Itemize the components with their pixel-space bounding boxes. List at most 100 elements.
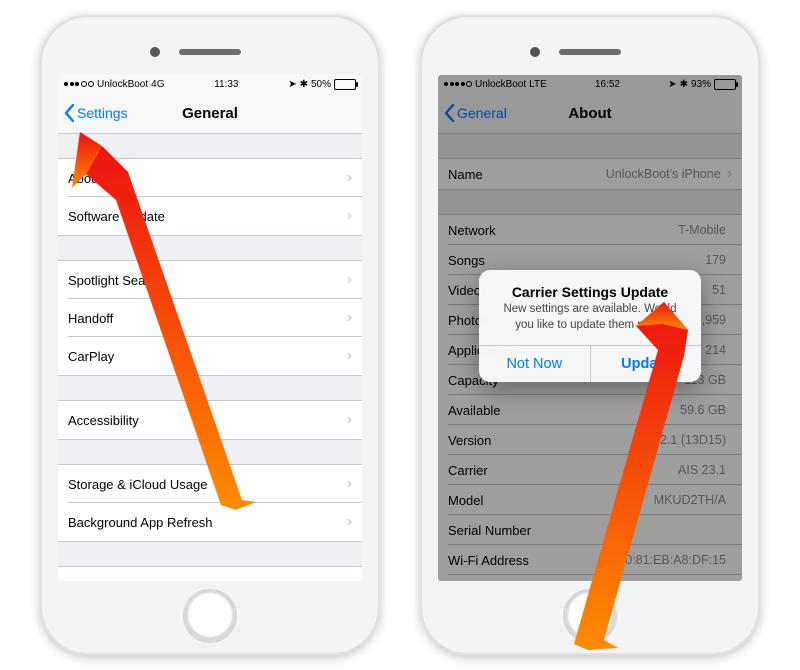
- chevron-right-icon: ›: [347, 170, 352, 186]
- chevron-right-icon: ›: [727, 166, 732, 182]
- chevron-right-icon: ›: [347, 310, 352, 326]
- network-label: LTE: [529, 79, 547, 90]
- chevron-left-icon: [64, 104, 75, 122]
- row-label: Model: [448, 493, 483, 508]
- settings-row[interactable]: Software Update ›: [58, 197, 362, 235]
- row-label: Accessibility: [68, 413, 139, 428]
- settings-row[interactable]: Spotlight Search ›: [58, 261, 362, 299]
- iphone-right: UnlockBoot LTE 16:52 ➤ ✱ 93% General Abo…: [420, 15, 760, 655]
- row-value: 59.6 GB: [680, 403, 726, 417]
- row-value: UnlockBoot's iPhone: [606, 167, 721, 181]
- about-row: Serial Number: [438, 515, 742, 545]
- page-title: About: [568, 105, 611, 122]
- row-label: Handoff: [68, 311, 113, 326]
- settings-row[interactable]: CarPlay ›: [58, 337, 362, 375]
- screen-general: UnlockBoot 4G 11:33 ➤ ✱ 50% Settings Gen…: [58, 75, 362, 581]
- row-value: 70:81:EB:A8:DF:15: [618, 553, 726, 567]
- update-button[interactable]: Update: [591, 346, 702, 382]
- iphone-left: UnlockBoot 4G 11:33 ➤ ✱ 50% Settings Gen…: [40, 15, 380, 655]
- settings-row[interactable]: Background App Refresh ›: [58, 503, 362, 541]
- row-label: Software Update: [68, 209, 165, 224]
- alert-title: Carrier Settings Update: [479, 270, 701, 302]
- row-label: Version: [448, 433, 491, 448]
- chevron-right-icon: ›: [347, 578, 352, 581]
- row-value: 214: [705, 343, 726, 357]
- front-camera-icon: [530, 47, 540, 57]
- row-value: On: [324, 579, 341, 581]
- about-row: Version 10.2.1 (13D15): [438, 425, 742, 455]
- signal-strength-icon: [444, 81, 472, 87]
- row-label: About: [68, 171, 102, 186]
- row-value: T-Mobile: [678, 223, 726, 237]
- earpiece-speaker-icon: [179, 49, 241, 55]
- battery-icon: [714, 79, 736, 90]
- network-label: 4G: [151, 79, 164, 90]
- screen-about: UnlockBoot LTE 16:52 ➤ ✱ 93% General Abo…: [438, 75, 742, 581]
- about-row[interactable]: Name UnlockBoot's iPhone ›: [438, 159, 742, 189]
- back-label: Settings: [77, 105, 128, 121]
- chevron-right-icon: ›: [347, 348, 352, 364]
- settings-row[interactable]: Handoff ›: [58, 299, 362, 337]
- row-label: Available: [448, 403, 501, 418]
- alert-message: New settings are available. Would you li…: [479, 302, 701, 345]
- nav-bar: Settings General: [58, 93, 362, 134]
- back-button[interactable]: General: [444, 93, 507, 133]
- row-label: Wi-Fi Address: [448, 553, 529, 568]
- battery-pct: 50%: [311, 79, 331, 90]
- clock: 16:52: [595, 79, 620, 90]
- bluetooth-icon: ✱: [300, 79, 308, 90]
- home-button[interactable]: [183, 589, 237, 643]
- status-bar: UnlockBoot 4G 11:33 ➤ ✱ 50%: [58, 75, 362, 93]
- settings-row[interactable]: About ›: [58, 159, 362, 197]
- row-label: Storage & iCloud Usage: [68, 477, 207, 492]
- row-label: Serial Number: [448, 523, 531, 538]
- not-now-button[interactable]: Not Now: [479, 346, 591, 382]
- settings-row[interactable]: Accessibility ›: [58, 401, 362, 439]
- back-button[interactable]: Settings: [64, 93, 128, 133]
- chevron-right-icon: ›: [347, 476, 352, 492]
- location-icon: ➤: [288, 79, 296, 90]
- clock: 11:33: [214, 79, 238, 90]
- chevron-right-icon: ›: [347, 272, 352, 288]
- battery-pct: 93%: [691, 79, 711, 90]
- about-row: Available 59.6 GB: [438, 395, 742, 425]
- earpiece-speaker-icon: [559, 49, 621, 55]
- front-camera-icon: [150, 47, 160, 57]
- row-value: MKUD2TH/A: [654, 493, 726, 507]
- carrier-settings-alert: Carrier Settings Update New settings are…: [479, 270, 701, 382]
- chevron-left-icon: [444, 104, 455, 122]
- row-label: Name: [448, 167, 483, 182]
- about-row: Model MKUD2TH/A: [438, 485, 742, 515]
- row-label: Network: [448, 223, 496, 238]
- chevron-right-icon: ›: [347, 514, 352, 530]
- back-label: General: [457, 105, 507, 121]
- about-row: Wi-Fi Address 70:81:EB:A8:DF:15: [438, 545, 742, 575]
- battery-icon: [334, 79, 356, 90]
- row-value: 10.2.1 (13D15): [643, 433, 726, 447]
- chevron-right-icon: ›: [347, 412, 352, 428]
- row-label: CarPlay: [68, 349, 114, 364]
- carrier-label: UnlockBoot: [475, 79, 526, 90]
- row-label: Spotlight Search: [68, 273, 163, 288]
- row-value: AIS 23.1: [678, 463, 726, 477]
- status-bar: UnlockBoot LTE 16:52 ➤ ✱ 93%: [438, 75, 742, 93]
- about-row: Carrier AIS 23.1: [438, 455, 742, 485]
- about-row: Bluetooth70:81:EB:A8:DF:16: [438, 575, 742, 581]
- location-icon: ➤: [668, 79, 676, 90]
- home-button[interactable]: [563, 589, 617, 643]
- row-label: Songs: [448, 253, 485, 268]
- page-title: General: [182, 105, 238, 122]
- row-label: Restrictions: [68, 579, 136, 582]
- bluetooth-icon: ✱: [680, 79, 688, 90]
- settings-row[interactable]: Storage & iCloud Usage ›: [58, 465, 362, 503]
- carrier-label: UnlockBoot: [97, 79, 148, 90]
- signal-strength-icon: [64, 81, 94, 87]
- row-label: Background App Refresh: [68, 515, 213, 530]
- row-value: 51: [712, 283, 726, 297]
- row-value: 179: [705, 253, 726, 267]
- chevron-right-icon: ›: [347, 208, 352, 224]
- settings-row[interactable]: Restrictions On ›: [58, 567, 362, 581]
- nav-bar: General About: [438, 93, 742, 134]
- about-row: Network T-Mobile: [438, 215, 742, 245]
- row-label: Carrier: [448, 463, 488, 478]
